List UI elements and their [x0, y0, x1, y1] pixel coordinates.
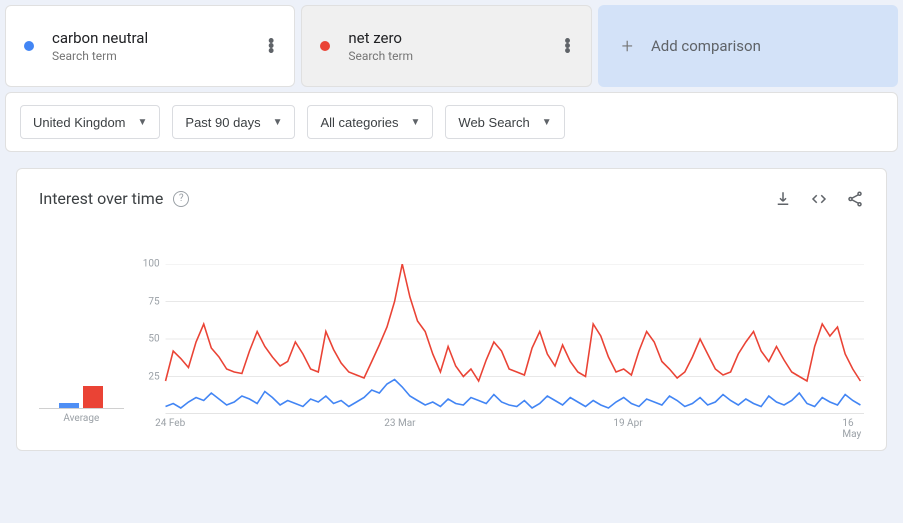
help-icon[interactable]: ? — [173, 191, 189, 207]
x-tick-label: 23 Mar — [384, 418, 415, 429]
add-comparison-label: Add comparison — [651, 37, 761, 55]
filter-searchtype[interactable]: Web Search ▼ — [445, 105, 564, 139]
chart-title: Interest over time — [39, 189, 163, 208]
term-2-menu-button[interactable]: ••• — [558, 38, 576, 55]
filter-category[interactable]: All categories ▼ — [307, 105, 433, 139]
filter-daterange-label: Past 90 days — [185, 115, 260, 130]
term-2-label: net zero — [348, 29, 413, 47]
y-tick-label: 75 — [148, 296, 159, 307]
term-1-sub: Search term — [52, 49, 148, 63]
avg-label: Average — [39, 413, 124, 424]
y-tick-label: 100 — [143, 259, 160, 270]
chart-area: 255075100 24 Feb23 Mar19 Apr16 May — [136, 264, 864, 424]
filter-searchtype-label: Web Search — [458, 115, 529, 130]
plus-icon: + — [622, 34, 633, 58]
chevron-down-icon: ▼ — [138, 117, 148, 128]
filter-daterange[interactable]: Past 90 days ▼ — [172, 105, 295, 139]
term-1-menu-button[interactable]: ••• — [262, 38, 280, 55]
filter-category-label: All categories — [320, 115, 398, 130]
series-color-dot-blue — [24, 41, 34, 51]
avg-bar-red — [83, 386, 103, 408]
download-icon[interactable] — [774, 190, 792, 208]
term-card-1[interactable]: carbon neutral Search term ••• — [5, 5, 295, 87]
chevron-down-icon: ▼ — [273, 117, 283, 128]
add-comparison-button[interactable]: + Add comparison — [598, 5, 898, 87]
x-tick-label: 19 Apr — [613, 418, 642, 429]
chevron-down-icon: ▼ — [411, 117, 421, 128]
embed-icon[interactable] — [810, 190, 828, 208]
share-icon[interactable] — [846, 190, 864, 208]
filter-region-label: United Kingdom — [33, 115, 126, 130]
y-tick-label: 25 — [148, 371, 159, 382]
filter-region[interactable]: United Kingdom ▼ — [20, 105, 160, 139]
average-block: Average — [39, 349, 124, 424]
term-card-2[interactable]: net zero Search term ••• — [301, 5, 591, 87]
chart-card: Interest over time ? Average 25 50 75 100 — [16, 168, 887, 451]
y-tick-label: 50 — [148, 334, 159, 345]
x-tick-label: 16 May — [842, 418, 861, 440]
chevron-down-icon: ▼ — [542, 117, 552, 128]
avg-bar-blue — [59, 403, 79, 408]
term-2-sub: Search term — [348, 49, 413, 63]
filter-bar: United Kingdom ▼ Past 90 days ▼ All cate… — [5, 92, 898, 152]
series-color-dot-red — [320, 41, 330, 51]
term-1-label: carbon neutral — [52, 29, 148, 47]
x-tick-label: 24 Feb — [155, 418, 185, 429]
